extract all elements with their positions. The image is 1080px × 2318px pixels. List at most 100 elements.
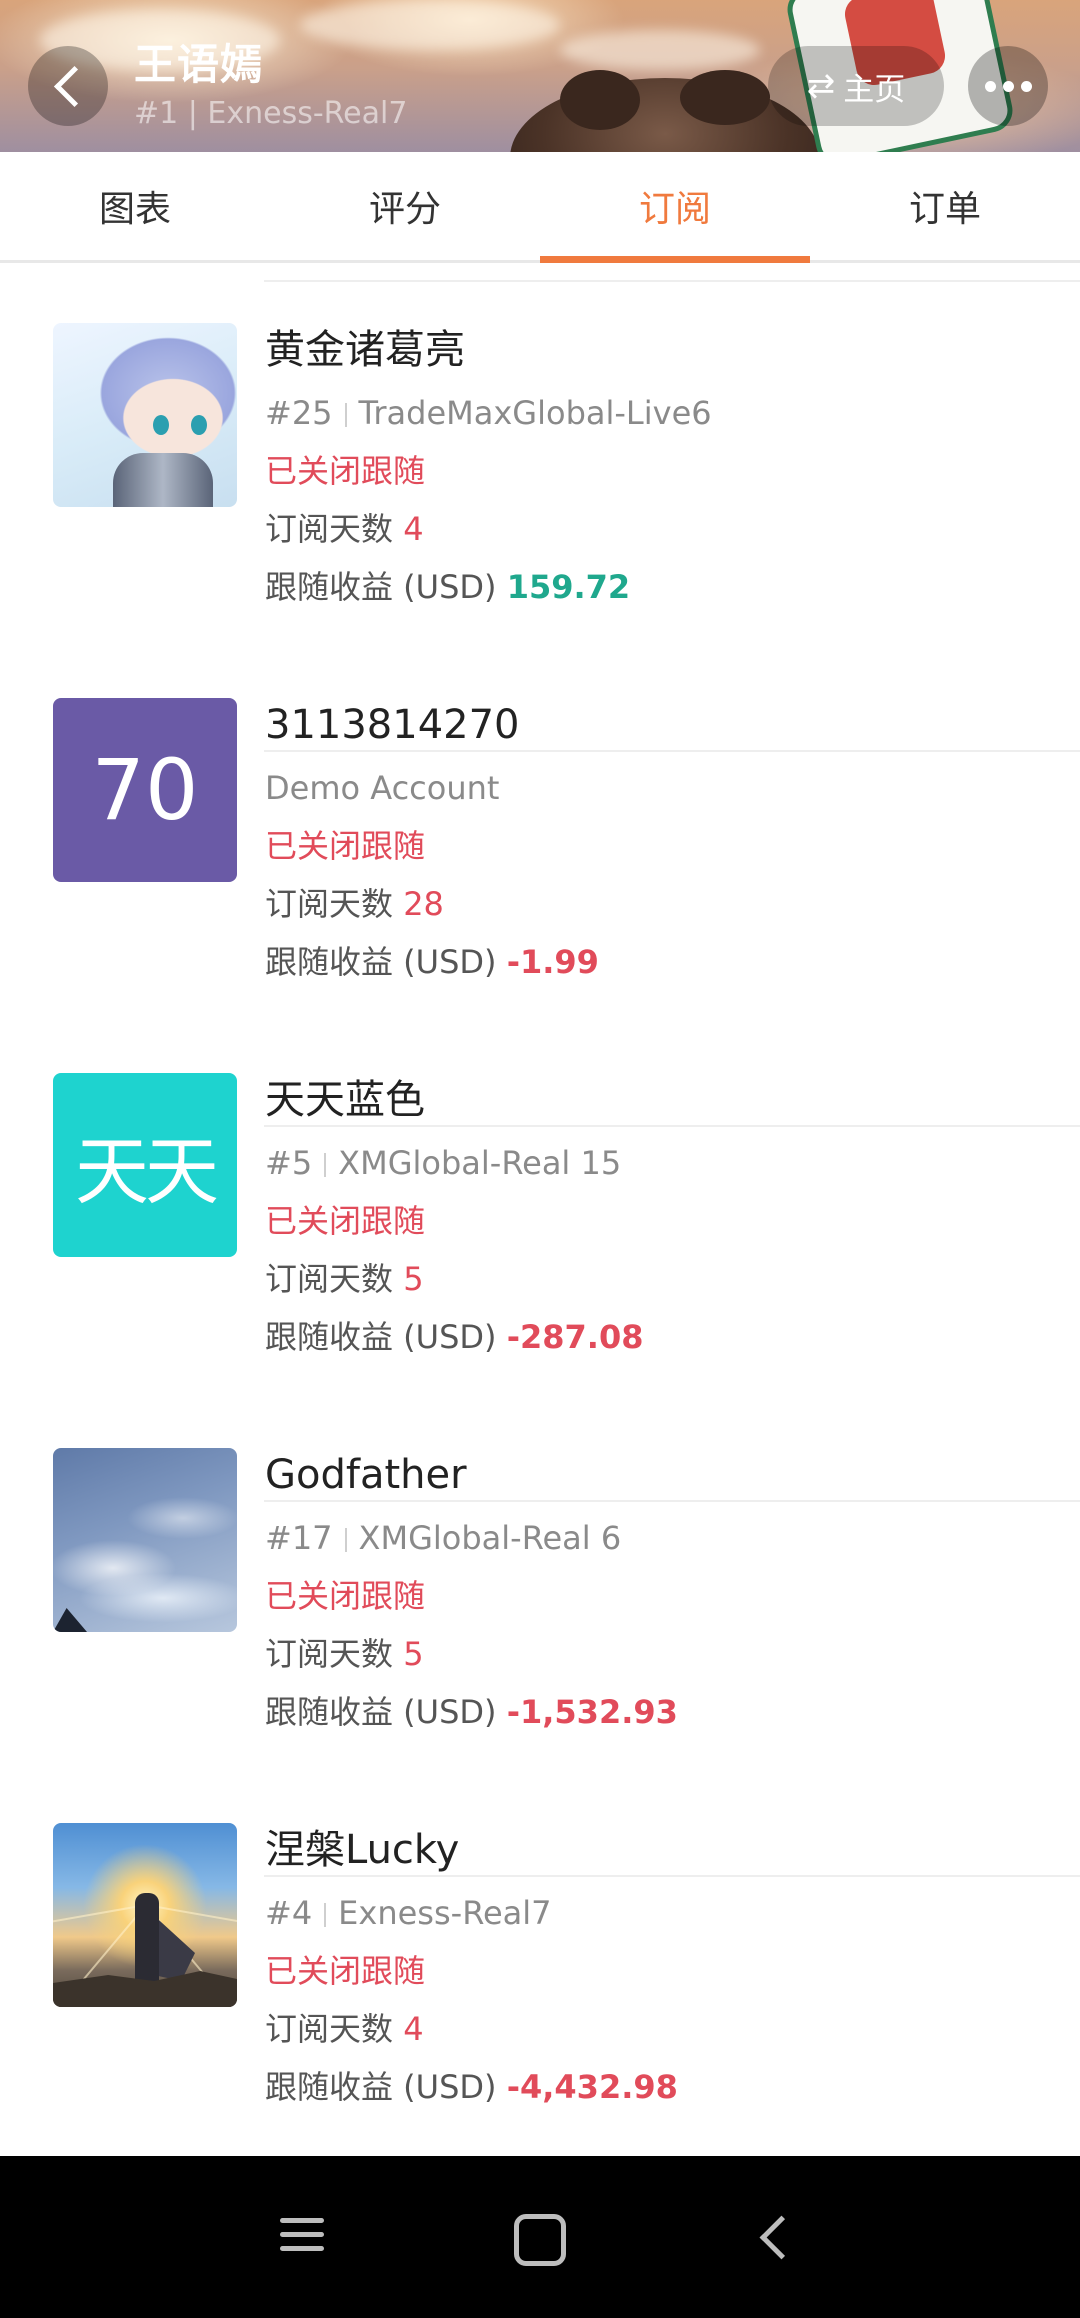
days-row: 订阅天数 5 [265,1634,678,1674]
days-label: 订阅天数 [265,1260,394,1298]
more-dots-icon [1002,80,1014,92]
trader-rank-server: #25 TradeMaxGlobal-Live6 [265,393,712,433]
tab-bar: 图表 评分 订阅 订单 [0,152,1080,263]
status-text: 已关闭跟随 [265,452,426,490]
list-item-info: 3113814270 Demo Account 已关闭跟随 订阅天数 28 跟随… [265,698,599,982]
avatar: 70 [53,698,237,882]
avatar: 天天 [53,1073,237,1257]
profit-row: 跟随收益 (USD) -1.99 [265,942,599,982]
avatar-armor [113,453,213,507]
pipe-separator [344,1528,347,1552]
avatar-silhouette [53,1608,87,1632]
profit-row: 跟随收益 (USD) -4,432.98 [265,2067,678,2107]
days-row: 订阅天数 4 [265,509,712,549]
pipe-separator [324,1903,327,1927]
divider [264,280,1080,282]
more-dots-icon [1020,80,1032,92]
tab-chart[interactable]: 图表 [0,152,270,260]
page-title: 王语嫣 [134,40,264,89]
pipe-separator [324,1153,327,1177]
profit-row: 跟随收益 (USD) -1,532.93 [265,1692,678,1732]
days-row: 订阅天数 4 [265,2009,678,2049]
list-item[interactable]: Godfather #17 XMGlobal-Real 6 已关闭跟随 订阅天数 … [0,1448,1080,1877]
list-item-info: 涅槃Lucky #4 Exness-Real7 已关闭跟随 订阅天数 4 跟随收益… [265,1823,678,2107]
avatar [53,1823,237,2007]
days-value: 28 [403,885,444,923]
back-icon[interactable] [759,2215,804,2260]
profit-value: -287.08 [506,1318,644,1356]
days-label: 订阅天数 [265,510,394,548]
trader-rank-server: #5 XMGlobal-Real 15 [265,1143,643,1183]
avatar-figure [135,1893,159,1993]
profit-label: 跟随收益 (USD) [265,943,497,981]
chevron-left-icon [53,65,95,107]
banner-character-hair [680,70,770,125]
trader-rank: #5 [265,1144,313,1182]
days-value: 4 [403,510,424,548]
profit-label: 跟随收益 (USD) [265,568,497,606]
trader-name: 涅槃Lucky [265,1827,460,1873]
trader-server: Exness-Real7 [338,1894,552,1932]
status-text: 已关闭跟随 [265,1952,426,1990]
avatar [53,1448,237,1632]
trader-name: 3113814270 [265,702,520,748]
profit-label: 跟随收益 (USD) [265,1318,497,1356]
days-row: 订阅天数 5 [265,1259,643,1299]
swap-icon: ⇄ [806,66,836,106]
days-value: 5 [403,1635,424,1673]
profit-value: -4,432.98 [506,2068,678,2106]
avatar [53,323,237,507]
trader-name: Godfather [265,1452,467,1498]
trader-rank: #4 [265,1894,313,1932]
profile-header: 王语嫣 #1 | Exness-Real7 ⇄ 主页 [0,0,1080,152]
trader-server: Demo Account [265,769,500,807]
tab-orders[interactable]: 订单 [810,152,1080,260]
profit-row: 跟随收益 (USD) 159.72 [265,567,712,607]
profit-row: 跟随收益 (USD) -287.08 [265,1317,643,1357]
days-label: 订阅天数 [265,2010,394,2048]
avatar-ray [53,1904,147,1929]
trader-name: 黄金诸葛亮 [265,327,465,373]
avatar-eye [153,415,169,435]
list-item[interactable]: 黄金诸葛亮 #25 TradeMaxGlobal-Live6 已关闭跟随 订阅天数… [0,323,1080,752]
tab-subscriptions[interactable]: 订阅 [540,152,810,263]
trader-server: TradeMaxGlobal-Live6 [358,394,712,432]
days-value: 4 [403,2010,424,2048]
profit-label: 跟随收益 (USD) [265,2068,497,2106]
cloud-decoration [560,30,760,70]
trader-rank: #17 [265,1519,333,1557]
system-nav-bar [0,2156,1080,2318]
status-text: 已关闭跟随 [265,1577,426,1615]
banner-character-hair [560,70,640,130]
profit-value: -1,532.93 [506,1693,678,1731]
tab-rating[interactable]: 评分 [270,152,540,260]
recent-apps-icon[interactable] [280,2218,324,2260]
days-row: 订阅天数 28 [265,884,599,924]
back-button[interactable] [28,46,108,126]
trader-server: XMGlobal-Real 15 [338,1144,622,1182]
list-item-info: 黄金诸葛亮 #25 TradeMaxGlobal-Live6 已关闭跟随 订阅天数… [265,323,712,607]
home-icon[interactable] [514,2214,566,2266]
pipe-separator [344,403,347,427]
page-subtitle: #1 | Exness-Real7 [134,96,408,131]
trader-rank-server: #4 Exness-Real7 [265,1893,678,1933]
list-item[interactable]: 70 3113814270 Demo Account 已关闭跟随 订阅天数 28… [0,698,1080,1127]
trader-rank-server: #17 XMGlobal-Real 6 [265,1518,678,1558]
profit-label: 跟随收益 (USD) [265,1693,497,1731]
profit-value: -1.99 [506,943,599,981]
profit-value: 159.72 [506,568,631,606]
list-item[interactable]: 涅槃Lucky #4 Exness-Real7 已关闭跟随 订阅天数 4 跟随收益… [0,1823,1080,2198]
header-title-block: 王语嫣 #1 | Exness-Real7 [134,40,407,134]
status-text: 已关闭跟随 [265,827,426,865]
list-item-info: 天天蓝色 #5 XMGlobal-Real 15 已关闭跟随 订阅天数 5 跟随收… [265,1073,643,1357]
days-value: 5 [403,1260,424,1298]
status-text: 已关闭跟随 [265,1202,426,1240]
trader-rank: #25 [265,394,333,432]
list-item-info: Godfather #17 XMGlobal-Real 6 已关闭跟随 订阅天数 … [265,1448,678,1732]
more-button[interactable] [968,46,1048,126]
menu-line [280,2232,324,2237]
trader-name: 天天蓝色 [265,1077,425,1123]
list-item[interactable]: 天天 天天蓝色 #5 XMGlobal-Real 15 已关闭跟随 订阅天数 5 … [0,1073,1080,1502]
menu-line [280,2246,324,2251]
home-button[interactable]: ⇄ 主页 [768,46,944,126]
